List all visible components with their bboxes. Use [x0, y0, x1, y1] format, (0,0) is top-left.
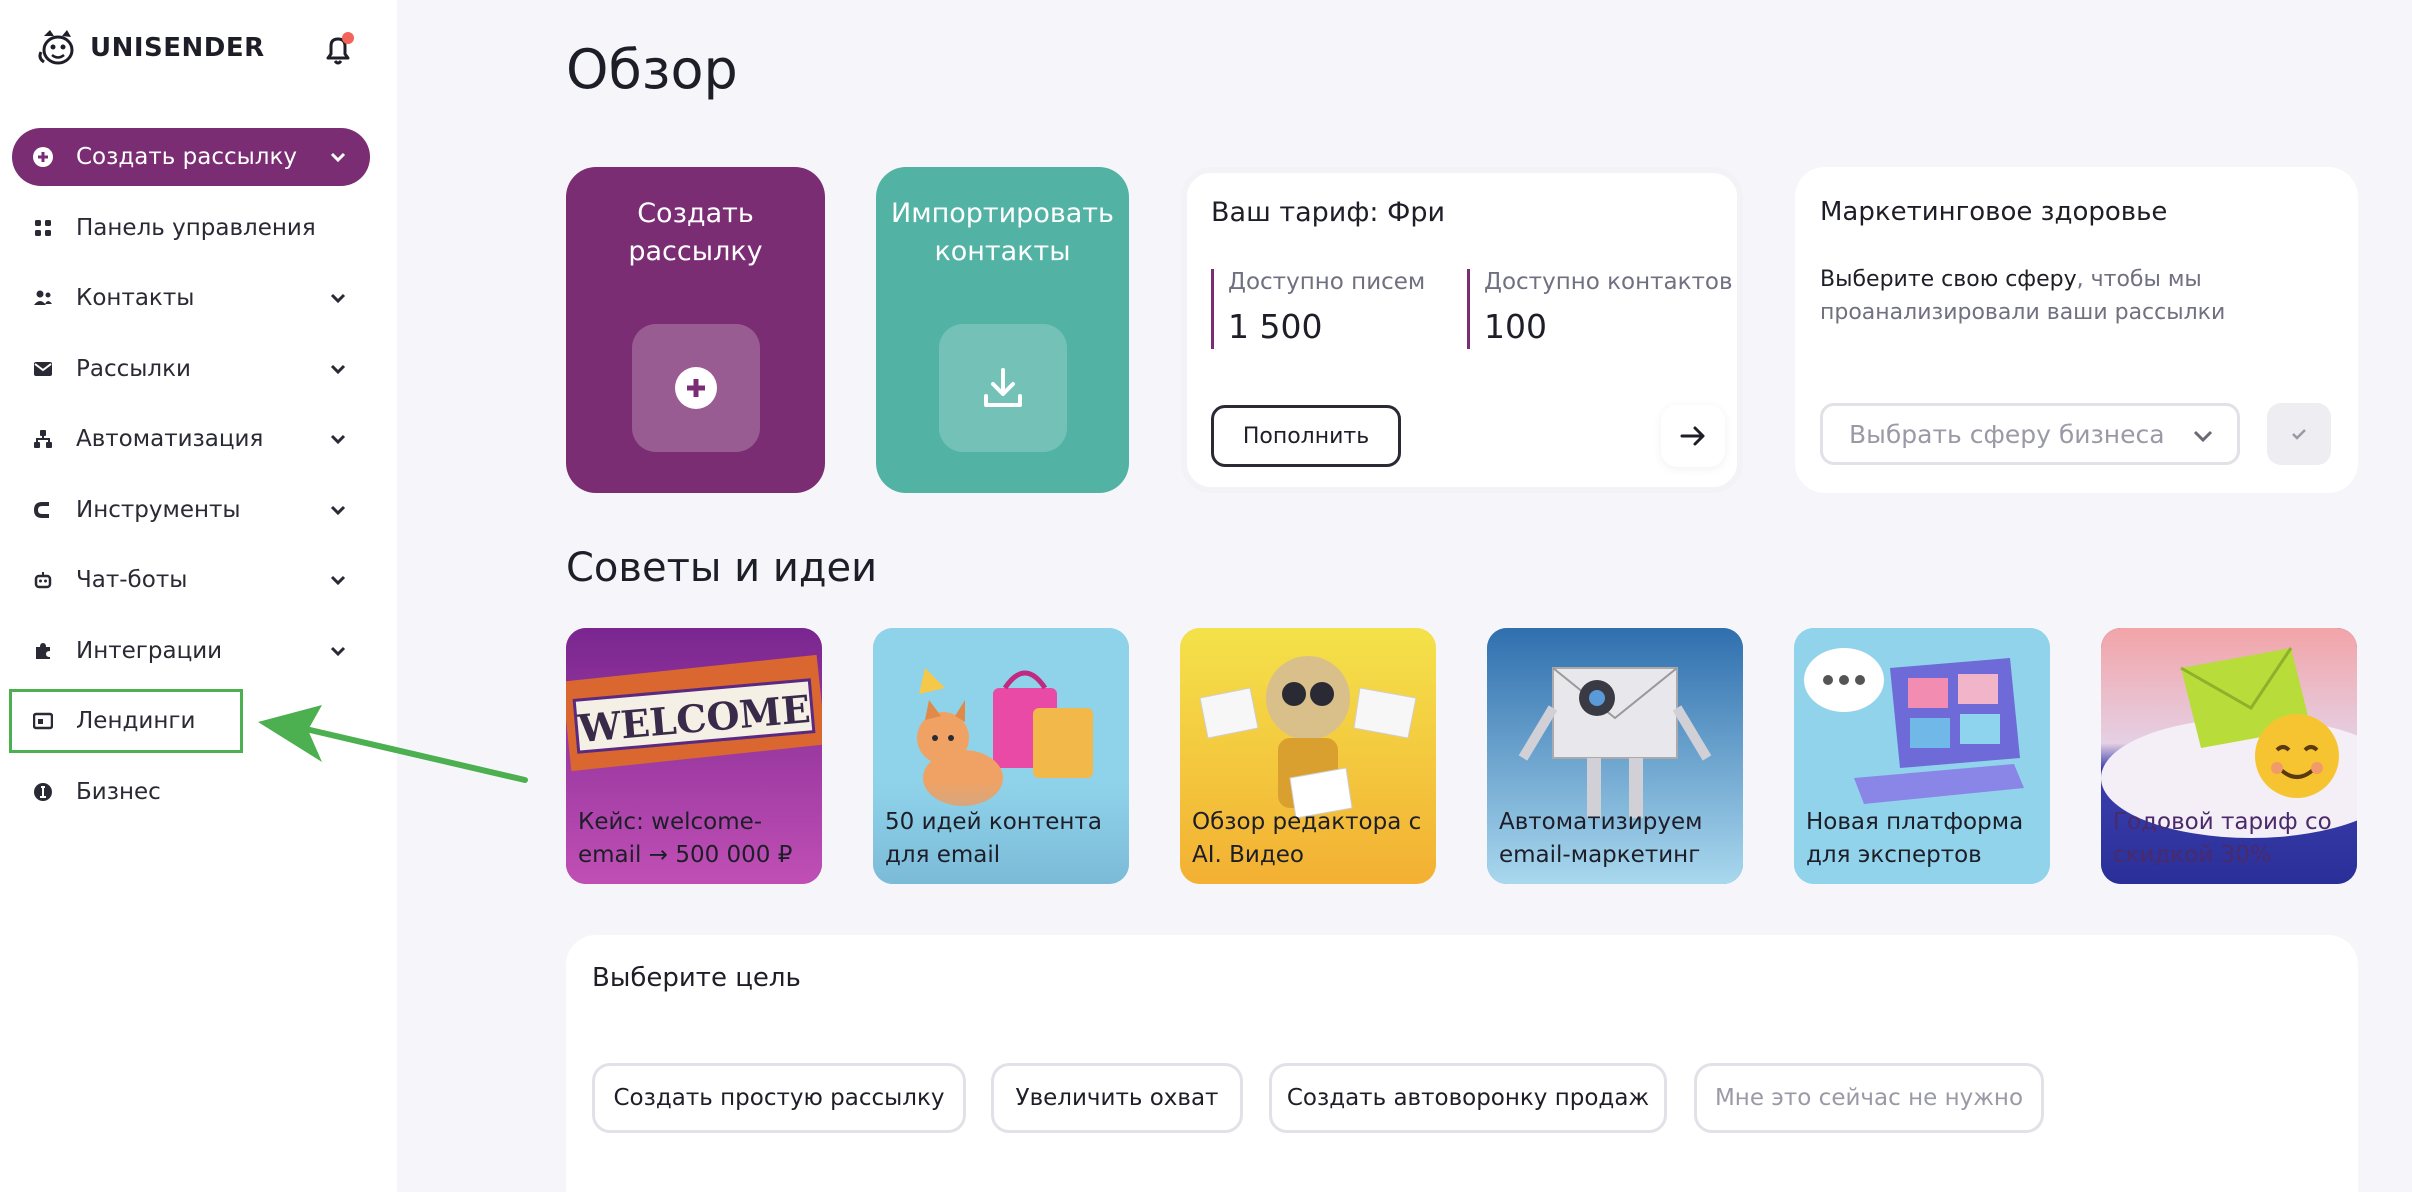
mail-icon [32, 358, 54, 380]
grid-icon [32, 217, 54, 239]
sidebar-item-integrations[interactable]: Интеграции [12, 622, 370, 680]
tip-card-welcome[interactable]: WELCOME Кейс: welcome-email → 500 000 ₽ [566, 628, 822, 884]
tip-label: Годовой тариф со скидкой 30% [2113, 809, 2332, 868]
tip-label: Новая платформа для экспертов [1806, 809, 2024, 868]
import-contacts-card[interactable]: Импортировать контакты [876, 167, 1129, 493]
chevron-down-icon [330, 505, 346, 515]
chevron-down-icon [330, 646, 346, 656]
tariff-card: Ваш тариф: Фри Доступно писем 1 500 Дост… [1181, 167, 1743, 493]
contacts-label: Доступно контактов [1484, 269, 1733, 295]
sidebar-item-label: Рассылки [76, 355, 191, 382]
chevron-down-icon [2193, 430, 2213, 443]
sidebar-item-label: Контакты [76, 285, 195, 311]
create-mailing-card-title: Создать рассылку [628, 198, 763, 267]
goal-simple-mailing-button[interactable]: Создать простую рассылку [592, 1063, 966, 1133]
contacts-stat: Доступно контактов 100 [1467, 269, 1733, 349]
tip-card-automation[interactable]: Автоматизируем email-маркетинг [1487, 628, 1743, 884]
flow-icon [32, 428, 54, 450]
import-contacts-card-title: Импортировать контакты [891, 198, 1114, 267]
logo[interactable]: UNISENDER [36, 26, 265, 70]
tariff-details-button[interactable] [1661, 405, 1725, 467]
users-icon [32, 287, 54, 309]
goal-not-needed-button[interactable]: Мне это сейчас не нужно [1694, 1063, 2044, 1133]
sidebar-item-landings[interactable]: Лендинги [9, 689, 243, 753]
landing-icon [32, 710, 54, 732]
sidebar-item-automation[interactable]: Автоматизация [12, 410, 370, 468]
mascot-logo-icon [38, 30, 74, 65]
sidebar-item-chatbots[interactable]: Чат-боты [12, 551, 370, 609]
health-title: Маркетинговое здоровье [1820, 197, 2168, 227]
select-placeholder: Выбрать сферу бизнеса [1849, 419, 2165, 449]
business-icon [32, 781, 54, 803]
tips-section-title: Советы и идеи [566, 545, 878, 591]
tip-card-content-ideas[interactable]: 50 идей контента для email [873, 628, 1129, 884]
topup-button[interactable]: Пополнить [1211, 405, 1401, 467]
confirm-sphere-button[interactable] [2267, 403, 2331, 465]
goal-sales-funnel-button[interactable]: Создать автоворонку продаж [1269, 1063, 1667, 1133]
robot-icon [32, 569, 54, 591]
sidebar-item-label: Инструменты [76, 496, 241, 523]
chevron-down-icon [330, 434, 346, 445]
plus-circle-icon [32, 146, 54, 168]
emails-value: 1 500 [1228, 307, 1323, 346]
chevron-down-icon [330, 152, 346, 163]
green-arrow-annotation [258, 705, 528, 783]
sidebar-item-tools[interactable]: Инструменты [12, 481, 370, 539]
page-title: Обзор [566, 38, 738, 101]
tip-label: Кейс: welcome-email → 500 000 ₽ [578, 809, 793, 868]
sidebar-item-create-mailing[interactable]: Создать рассылку [12, 128, 370, 186]
sidebar-item-label: Автоматизация [76, 426, 264, 452]
tip-card-annual-discount[interactable]: Годовой тариф со скидкой 30% [2101, 628, 2357, 884]
sidebar-item-label: Бизнес [76, 778, 161, 805]
chevron-down-icon [330, 575, 346, 586]
emails-stat: Доступно писем 1 500 [1211, 269, 1425, 349]
business-sphere-select[interactable]: Выбрать сферу бизнеса [1820, 403, 2240, 465]
sidebar-item-contacts[interactable]: Контакты [12, 269, 370, 327]
check-icon [2292, 429, 2306, 440]
notification-bell-icon[interactable] [318, 30, 358, 70]
health-description: Выберите свою сферу, чтобы мы проанализи… [1820, 263, 2240, 329]
goal-card: Выберите цель Создать простую рассылку У… [566, 935, 2358, 1192]
sidebar-item-label: Интеграции [76, 637, 223, 664]
create-mailing-card[interactable]: Создать рассылку [566, 167, 825, 493]
tip-label: Обзор редактора с AI. Видео [1192, 809, 1422, 868]
arrow-right-icon [1680, 426, 1705, 446]
tip-label: Автоматизируем email-маркетинг [1499, 809, 1703, 868]
goal-title: Выберите цель [592, 963, 801, 993]
tip-label: 50 идей контента для email [885, 809, 1102, 868]
chevron-down-icon [330, 293, 346, 304]
tip-card-expert-platform[interactable]: Новая платформа для экспертов [1794, 628, 2050, 884]
sidebar-item-label: Чат-боты [76, 567, 188, 593]
magnet-icon [32, 499, 54, 521]
import-contacts-tile [938, 324, 1067, 452]
sidebar-item-mailings[interactable]: Рассылки [12, 340, 370, 398]
logo-text: UNISENDER [90, 33, 265, 63]
health-desc-highlight: Выберите свою сферу [1820, 267, 2077, 292]
tip-card-ai-editor[interactable]: Обзор редактора с AI. Видео [1180, 628, 1436, 884]
tariff-title: Ваш тариф: Фри [1211, 197, 1446, 228]
emails-label: Доступно писем [1228, 269, 1426, 295]
sidebar: UNISENDER Создать рассылку Панель управл… [0, 0, 397, 1192]
sidebar-item-label: Лендинги [76, 708, 196, 734]
goal-increase-reach-button[interactable]: Увеличить охват [991, 1063, 1243, 1133]
download-icon [983, 368, 1022, 407]
plus-circle-icon [674, 367, 717, 409]
create-mailing-tile [631, 324, 760, 452]
marketing-health-card: Маркетинговое здоровье Выберите свою сфе… [1795, 167, 2358, 493]
chevron-down-icon [330, 364, 346, 374]
sidebar-item-label: Создать рассылку [76, 144, 297, 170]
sidebar-item-dashboard[interactable]: Панель управления [12, 199, 370, 257]
sidebar-item-label: Панель управления [76, 214, 316, 241]
puzzle-icon [32, 640, 54, 662]
contacts-value: 100 [1484, 307, 1547, 346]
